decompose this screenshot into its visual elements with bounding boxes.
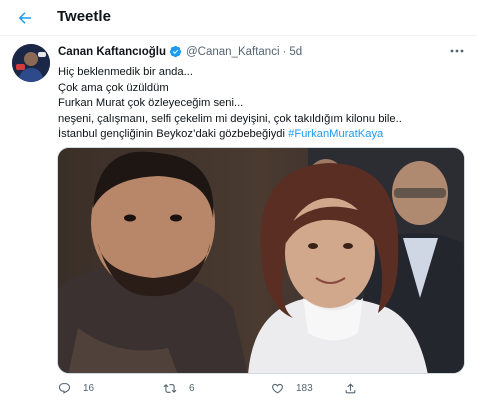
hashtag-link[interactable]: #FurkanMuratKaya — [288, 128, 383, 140]
retweet-icon — [163, 384, 177, 393]
tweet[interactable]: Canan Kaftancıoğlu @Canan_Kaftanci · 5d … — [0, 36, 477, 403]
verified-badge-icon — [169, 45, 182, 58]
share-icon — [345, 383, 356, 394]
avatar[interactable] — [12, 44, 50, 82]
more-options-button[interactable] — [448, 44, 466, 58]
tweet-text-line: İstanbul gençliğinin Beykoz’daki gözbebe… — [58, 128, 286, 141]
tweet-photo[interactable] — [57, 147, 465, 374]
tweet-text-line: Furkan Murat çok özleyeceğim seni... — [58, 97, 244, 110]
tweet-text-line-last: İstanbul gençliğinin Beykoz’daki gözbebe… — [58, 127, 463, 143]
like-button[interactable]: 183 — [271, 382, 313, 395]
retweet-count: 6 — [189, 383, 195, 394]
retweet-button[interactable]: 6 — [163, 382, 195, 395]
like-icon — [272, 383, 283, 394]
tweet-text: Hiç beklenmedik bir anda... Çok ama çok … — [58, 65, 463, 143]
tweet-text-line: Hiç beklenmedik bir anda... — [58, 66, 193, 78]
back-button[interactable] — [14, 7, 36, 29]
tweet-actions: 16 6 183 — [58, 382, 358, 400]
tweet-text-line: neşeni, çalışmanı, selfi çekelim mi deyi… — [58, 112, 402, 125]
page-title: Tweetle — [57, 8, 111, 25]
tweet-timestamp[interactable]: 5d — [289, 46, 302, 58]
back-arrow-icon — [18, 12, 31, 24]
more-icon — [450, 49, 464, 53]
tweet-author-line: Canan Kaftancıoğlu @Canan_Kaftanci · 5d — [58, 45, 302, 58]
author-handle[interactable]: @Canan_Kaftanci — [186, 46, 280, 58]
share-button[interactable] — [344, 382, 357, 395]
top-header: Tweetle — [0, 0, 477, 36]
reply-icon — [58, 383, 71, 394]
reply-button[interactable]: 16 — [58, 382, 94, 395]
like-count: 183 — [296, 383, 313, 394]
reply-count: 16 — [83, 383, 95, 394]
tweet-text-line: Çok ama çok üzüldüm — [58, 81, 169, 94]
author-display-name[interactable]: Canan Kaftancıoğlu — [58, 46, 166, 58]
meta-separator: · — [282, 45, 287, 58]
